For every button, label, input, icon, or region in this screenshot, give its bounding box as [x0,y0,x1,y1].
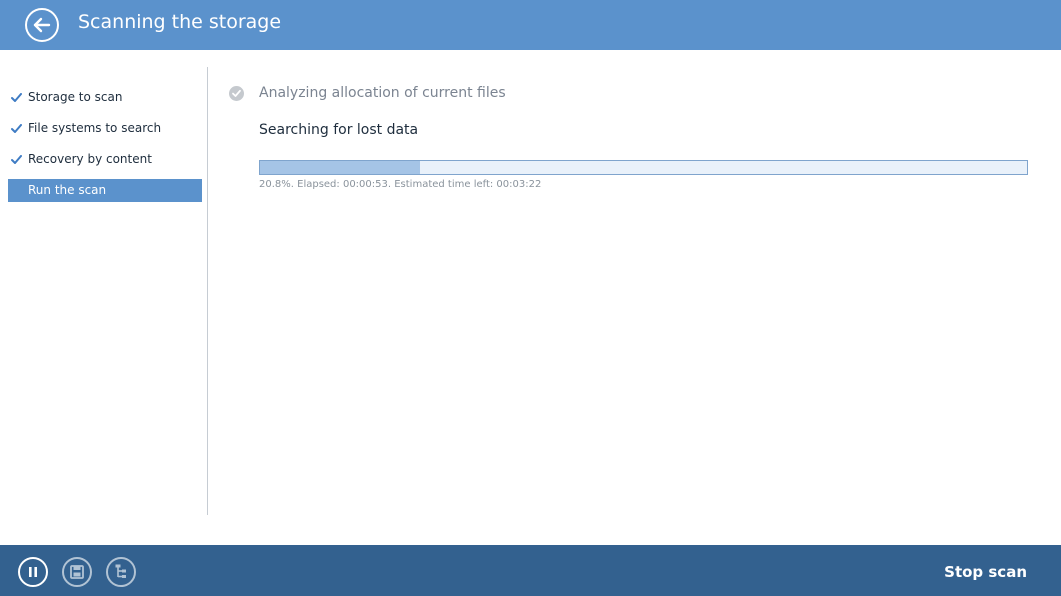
back-button[interactable] [25,8,59,42]
back-arrow-icon [33,17,51,33]
check-circle-icon [229,86,244,101]
current-task-label: Searching for lost data [259,122,419,138]
step-file-systems-to-search[interactable]: File systems to search [8,117,202,140]
pause-button[interactable] [18,557,48,587]
header-bar: Scanning the storage [0,0,1061,50]
page-title: Scanning the storage [78,11,282,33]
tree-view-icon [115,564,126,578]
pause-icon [29,567,37,577]
checkmark-icon [11,93,22,102]
wizard-steps: Storage to scan File systems to search R… [8,86,202,210]
tree-view-button[interactable] [106,557,136,587]
step-label: Recovery by content [28,152,152,166]
footer-bar: Stop scan [0,545,1061,596]
sidebar-divider [207,67,208,515]
step-storage-to-scan[interactable]: Storage to scan [8,86,202,109]
scan-progress-bar [259,160,1028,175]
floppy-disk-icon [70,565,84,579]
step-run-the-scan[interactable]: Run the scan [8,179,202,202]
checkmark-icon [11,124,22,133]
progress-status-text: 20.8%. Elapsed: 00:00:53. Estimated time… [259,179,542,190]
checkmark-icon [11,155,22,164]
step-label: File systems to search [28,121,162,135]
stop-scan-button[interactable]: Stop scan [944,563,1027,581]
completed-task-label: Analyzing allocation of current files [259,85,506,101]
step-recovery-by-content[interactable]: Recovery by content [8,148,202,171]
progress-fill [260,161,420,174]
step-label: Storage to scan [28,90,123,104]
save-scan-button[interactable] [62,557,92,587]
step-label: Run the scan [28,183,107,197]
